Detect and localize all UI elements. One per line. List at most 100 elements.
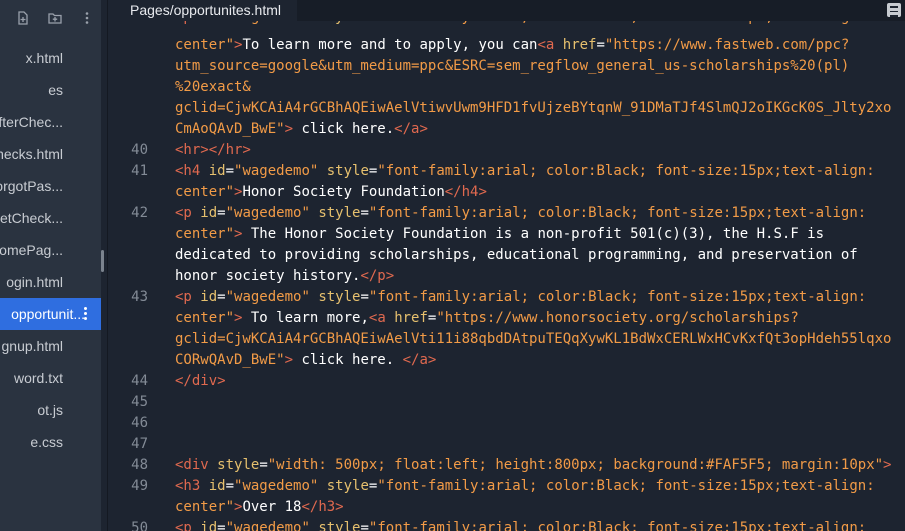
code-line: gclid=CjwKCAiA4rGCBhAQEiwAelVti11i88qbdD… [108,329,905,350]
line-source: <p id="wagedemo" style="font-family:aria… [175,518,866,531]
line-source: gclid=CjwKCAiA4rGCBhAQEiwAelVtiwvUwm9HFD… [175,98,891,119]
line-number: 49 [131,478,148,494]
code-token: > [284,121,294,137]
line-source: <p id="wagedemo" style="font-family:aria… [175,203,866,224]
file-options-icon[interactable] [83,307,89,321]
file-item[interactable]: ot.js [0,394,101,426]
line-source: <h3 id="wagedemo" style="font-family:ari… [175,476,875,497]
file-item[interactable]: opportunit... [0,298,101,330]
code-token: = [225,163,235,179]
code-token: "font-family:arial; color:Black; font-si… [368,289,867,305]
file-item[interactable]: gnup.html [0,330,101,362]
sidebar-toolbar [14,8,96,28]
code-token: "wagedemo" [225,205,310,221]
line-number: 42 [131,205,148,221]
file-name: x.html [25,50,63,66]
code-token: "width: 500px; float:left; height:800px;… [267,457,884,473]
code-token: href [562,37,597,53]
code-line: dedicated to providing scholarships, edu… [108,245,905,266]
file-item[interactable]: word.txt [0,362,101,394]
editor-menu-icon[interactable] [887,3,901,17]
code-token: "font-family:arial; color:Black; font-si… [377,478,875,494]
code-line: CORwQAvD_BwE"> click here. </a> [108,350,905,371]
line-source: center"> The Honor Society Foundation is… [175,224,824,245]
tab-bar: Pages/opportunites.html [108,0,905,21]
line-number: 44 [131,373,148,389]
code-editor[interactable]: 39<p id="wagedemo" style="font-family:ar… [108,0,905,531]
more-options-icon[interactable] [78,9,96,27]
code-token: To learn more, [242,310,369,326]
code-line: gclid=CjwKCAiA4rGCBhAQEiwAelVtiwvUwm9HFD… [108,98,905,119]
code-token: id [200,289,218,305]
file-item[interactable]: fterChec... [0,106,101,138]
code-token: CORwQAvD_BwE" [175,352,285,368]
code-line: center"> The Honor Society Foundation is… [108,224,905,245]
code-token: style [326,163,369,179]
code-token: "wagedemo" [225,520,310,531]
file-item[interactable]: e.css [0,426,101,458]
code-token: = [225,478,235,494]
code-token: "wagedemo" [234,478,319,494]
code-token: gclid=CjwKCAiA4rGCBhAQEiwAelVtiwvUwm9HFD… [175,100,892,116]
code-line: 45 [108,392,905,413]
code-token: </h4> [444,184,487,200]
code-token: center" [175,37,235,53]
code-token: <p [175,205,201,221]
code-line: 41 <h4 id="wagedemo" style="font-family:a… [108,161,905,182]
code-token: id [208,163,226,179]
code-token: style [217,457,260,473]
new-folder-icon[interactable] [46,9,64,27]
line-number: 48 [131,457,148,473]
code-token: = [259,457,268,473]
code-line: 50 <p id="wagedemo" style="font-family:ar… [108,518,905,531]
file-sidebar: x.html es fterChec... necks.html orgotPas...… [0,0,101,531]
code-token: <p [175,520,201,531]
line-source: <p id="wagedemo" style="font-family:aria… [175,287,866,308]
code-token: "font-family:arial; color:Black; font-si… [377,163,875,179]
code-token: center" [175,184,235,200]
file-item[interactable]: x.html [0,42,101,74]
file-item[interactable]: omePag... [0,234,101,266]
code-token: <a [368,310,395,326]
file-item[interactable]: es [0,74,101,106]
code-token: %20exact& [175,79,251,95]
line-source: center">Honor Society Foundation</h4> [175,182,487,203]
code-token: = [217,289,226,305]
code-token: = [217,520,226,531]
code-token: style [318,289,361,305]
file-item[interactable]: necks.html [0,138,101,170]
line-source: center">Over 18</h3> [175,497,344,518]
code-line: 43 <p id="wagedemo" style="font-family:ar… [108,287,905,308]
code-token: </h3> [301,499,344,515]
line-number: 47 [131,436,148,452]
code-token: = [217,205,226,221]
sidebar-resize-handle[interactable] [101,250,104,272]
line-source: gclid=CjwKCAiA4rGCBhAQEiwAelVti11i88qbdD… [175,329,891,350]
code-token: id [200,205,218,221]
code-token: > [284,352,294,368]
tab-opportunites-html[interactable]: Pages/opportunites.html [108,0,297,21]
code-line: center">Honor Society Foundation</h4> [108,182,905,203]
line-number: 41 [131,163,148,179]
code-token: "wagedemo" [234,163,319,179]
line-number: 43 [131,289,148,305]
code-line: %20exact& [108,77,905,98]
file-name: es [48,82,63,98]
code-token: = [596,37,605,53]
file-item[interactable]: orgotPas... [0,170,101,202]
file-item[interactable]: ogin.html [0,266,101,298]
code-token: click here. [293,352,403,368]
file-name: ogin.html [6,274,63,290]
line-number: 40 [131,142,148,158]
line-source: CmAoQAvD_BwE"> click here.</a> [175,119,428,140]
code-token: <h3 [175,478,209,494]
code-token: CmAoQAvD_BwE" [175,121,285,137]
new-file-icon[interactable] [14,9,32,27]
file-name: fterChec... [0,114,63,130]
file-name: ot.js [37,402,63,418]
file-item[interactable]: etCheck... [0,202,101,234]
code-line: center">To learn more and to apply, you … [108,35,905,56]
code-line: honor society history.</p> [108,266,905,287]
tab-title: Pages/opportunites.html [130,2,281,18]
